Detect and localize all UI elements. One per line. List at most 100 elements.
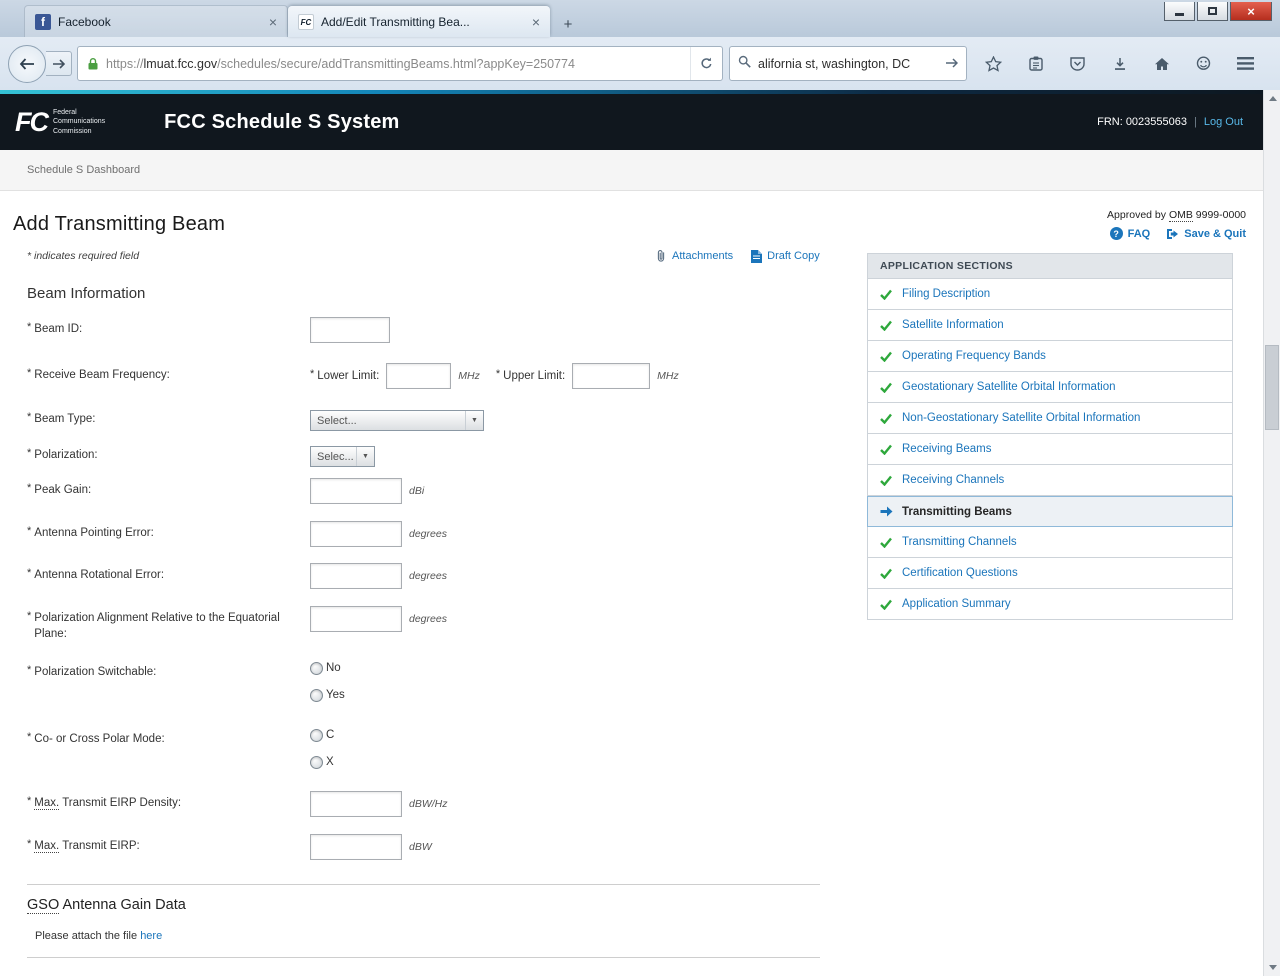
max-eirp-density-input[interactable] [310,791,402,817]
lower-limit-input[interactable] [386,363,451,389]
fcc-logo: FC Federal Communications Commission [15,107,105,138]
minimize-button[interactable] [1164,2,1195,21]
menu-hamburger-icon[interactable] [1230,50,1261,78]
hello-smiley-icon[interactable] [1188,50,1219,78]
check-icon [880,475,894,486]
radio-option-yes[interactable]: Yes [310,687,345,704]
sidebar-item-operating-frequency-bands[interactable]: Operating Frequency Bands [867,341,1233,372]
search-bar[interactable]: alifornia st, washington, DC [729,46,967,81]
gso-abbr: GSO [27,897,59,914]
logout-link[interactable]: Log Out [1204,116,1243,128]
check-icon [880,413,894,424]
polarization-alignment-input[interactable] [310,606,402,632]
upper-limit-input[interactable] [572,363,650,389]
peak-gain-input[interactable] [310,478,402,504]
sidebar-item-satellite-information[interactable]: Satellite Information [867,310,1233,341]
home-icon[interactable] [1146,50,1177,78]
sidebar-item-application-summary[interactable]: Application Summary [867,589,1233,620]
faq-icon: ? [1110,227,1123,240]
scroll-down-arrow[interactable] [1264,959,1280,976]
lower-limit-unit: MHz [458,363,480,382]
save-quit-link[interactable]: Save & Quit [1166,228,1246,240]
paperclip-icon [655,249,667,263]
bookmark-star-icon[interactable] [978,50,1009,78]
max-eirp-input[interactable] [310,834,402,860]
fcc-logo-mark: FC [15,107,47,138]
peak-gain-label: Peak Gain: [34,483,91,499]
lock-icon [87,57,99,71]
sidebar-item-certification-questions[interactable]: Certification Questions [867,558,1233,589]
page-scrollbar[interactable] [1263,90,1280,976]
check-icon [880,568,894,579]
close-tab-icon[interactable]: × [528,14,544,30]
sidebar-item-transmitting-beams[interactable]: Transmitting Beams [867,496,1233,527]
upper-limit-label: Upper Limit: [503,369,565,385]
omb-approval: Approved by OMB 9999-0000 [1107,209,1246,221]
co-cross-polar-mode-label: Co- or Cross Polar Mode: [34,732,164,748]
radio-button-icon[interactable] [310,662,323,675]
radio-button-icon[interactable] [310,689,323,702]
section-divider [27,957,820,958]
sidebar-item-non-geostationary-orbital-info[interactable]: Non-Geostationary Satellite Orbital Info… [867,403,1233,434]
sidebar-item-receiving-channels[interactable]: Receiving Channels [867,465,1233,496]
sidebar-item-receiving-beams[interactable]: Receiving Beams [867,434,1233,465]
radio-option-x[interactable]: X [310,754,334,771]
radio-button-icon[interactable] [310,756,323,769]
sidebar-item-transmitting-channels[interactable]: Transmitting Channels [867,527,1233,558]
attach-here-link[interactable]: here [140,930,162,942]
chevron-down-icon: ▼ [465,411,483,430]
breadcrumb[interactable]: Schedule S Dashboard [27,164,140,176]
field-row-antenna-pointing-error: *Antenna Pointing Error: degrees [27,521,447,547]
field-row-polarization: *Polarization: Selec... ▼ [27,443,375,467]
beam-type-label: Beam Type: [34,412,95,428]
document-icon [751,250,762,263]
beam-id-input[interactable] [310,317,390,343]
back-icon [19,58,35,70]
fcc-logo-text: Federal Communications Commission [53,108,105,136]
new-tab-button[interactable]: + [553,12,583,37]
tab-title: Facebook [58,15,258,29]
radio-option-c[interactable]: C [310,727,334,744]
reload-button[interactable] [690,47,722,80]
sidebar-item-geostationary-orbital-info[interactable]: Geostationary Satellite Orbital Informat… [867,372,1233,403]
faq-link[interactable]: ? FAQ [1110,227,1151,240]
reload-icon [700,57,713,70]
sidebar-item-filing-description[interactable]: Filing Description [867,279,1233,310]
downloads-icon[interactable] [1104,50,1135,78]
required-field-note: * indicates required field [27,250,139,262]
search-go-icon[interactable] [946,55,958,73]
scroll-up-arrow[interactable] [1264,90,1280,107]
back-button[interactable] [8,45,46,83]
forward-button[interactable] [46,51,72,76]
tab-facebook[interactable]: f Facebook × [24,5,288,37]
maximize-button[interactable] [1197,2,1228,21]
polarization-switchable-options: No Yes [310,660,345,714]
fcc-favicon-icon: FC [298,14,314,30]
scrollbar-thumb[interactable] [1265,345,1279,430]
radio-button-icon[interactable] [310,729,323,742]
max-eirp-label: Max. Transmit EIRP: [34,839,139,855]
address-bar[interactable]: https://lmuat.fcc.gov/schedules/secure/a… [77,46,723,81]
bookmarks-menu-icon[interactable] [1020,50,1051,78]
page-actions: Attachments Draft Copy [655,249,820,263]
app-title: FCC Schedule S System [164,111,399,134]
field-row-max-transmit-eirp: *Max. Transmit EIRP: dBW [27,834,432,860]
check-icon [880,382,894,393]
search-icon [738,55,751,73]
draft-copy-link[interactable]: Draft Copy [751,249,820,263]
pocket-icon[interactable] [1062,50,1093,78]
max-eirp-density-label: Max. Transmit EIRP Density: [34,796,181,812]
antenna-pointing-error-input[interactable] [310,521,402,547]
tab-add-edit-transmitting-beams[interactable]: FC Add/Edit Transmitting Bea... × [288,6,550,37]
antenna-rotational-error-input[interactable] [310,563,402,589]
beam-type-select[interactable]: Select... ▼ [310,410,484,431]
attachments-link[interactable]: Attachments [655,249,733,263]
radio-option-no[interactable]: No [310,660,345,677]
polarization-select[interactable]: Selec... ▼ [310,446,375,467]
omb-abbr: OMB [1169,209,1193,222]
browser-chrome: f Facebook × FC Add/Edit Transmitting Be… [0,0,1280,90]
receive-beam-frequency-label: Receive Beam Frequency: [34,368,170,384]
header-right: FRN: 0023555063 | Log Out [1097,116,1243,128]
close-window-button[interactable]: × [1230,2,1272,21]
close-tab-icon[interactable]: × [265,14,281,30]
